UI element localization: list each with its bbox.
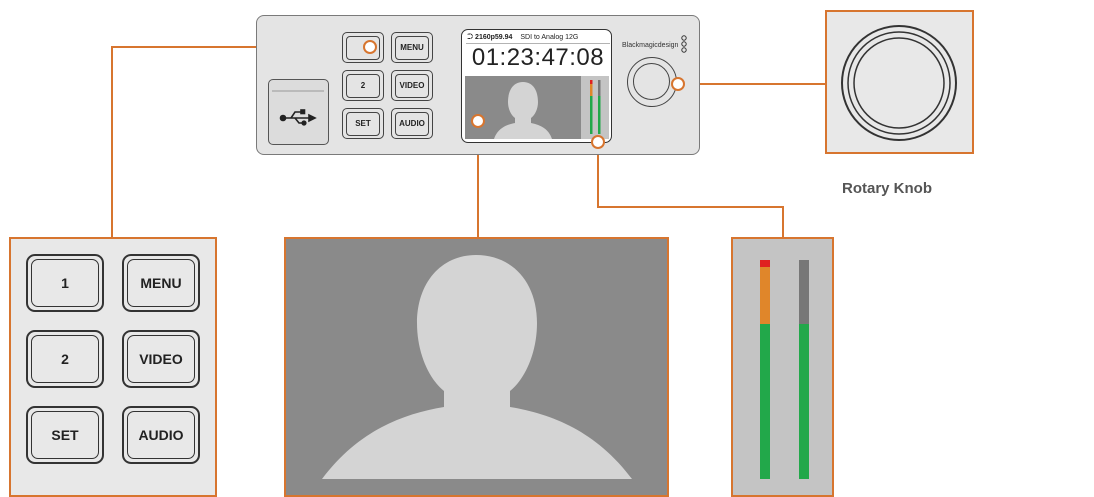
callout-button-video[interactable]: VIDEO bbox=[122, 330, 200, 388]
callout-button-1-label: 1 bbox=[31, 259, 99, 307]
meter-left-peak bbox=[760, 260, 770, 267]
callout-button-set[interactable]: SET bbox=[26, 406, 104, 464]
callout-button-1[interactable]: 1 bbox=[26, 254, 104, 312]
callout-button-audio[interactable]: AUDIO bbox=[122, 406, 200, 464]
callout-button-menu-label: MENU bbox=[127, 259, 195, 307]
rotary-knob-icon bbox=[841, 25, 957, 141]
person-silhouette-icon bbox=[322, 255, 632, 479]
audio-meter-callout bbox=[731, 237, 834, 497]
video-preview-callout bbox=[284, 237, 669, 497]
callout-button-set-label: SET bbox=[31, 411, 99, 459]
rotary-knob-caption: Rotary Knob bbox=[842, 180, 932, 197]
callout-button-audio-label: AUDIO bbox=[127, 411, 195, 459]
callout-button-2-label: 2 bbox=[31, 335, 99, 383]
meter-right-low bbox=[799, 324, 809, 479]
audio-level-meters bbox=[760, 260, 809, 479]
meter-left-mid bbox=[760, 267, 770, 324]
rotary-knob-callout bbox=[825, 10, 974, 154]
callout-button-menu[interactable]: MENU bbox=[122, 254, 200, 312]
meter-right-empty bbox=[799, 260, 809, 324]
callout-button-2[interactable]: 2 bbox=[26, 330, 104, 388]
meter-left-low bbox=[760, 324, 770, 479]
callout-button-video-label: VIDEO bbox=[127, 335, 195, 383]
